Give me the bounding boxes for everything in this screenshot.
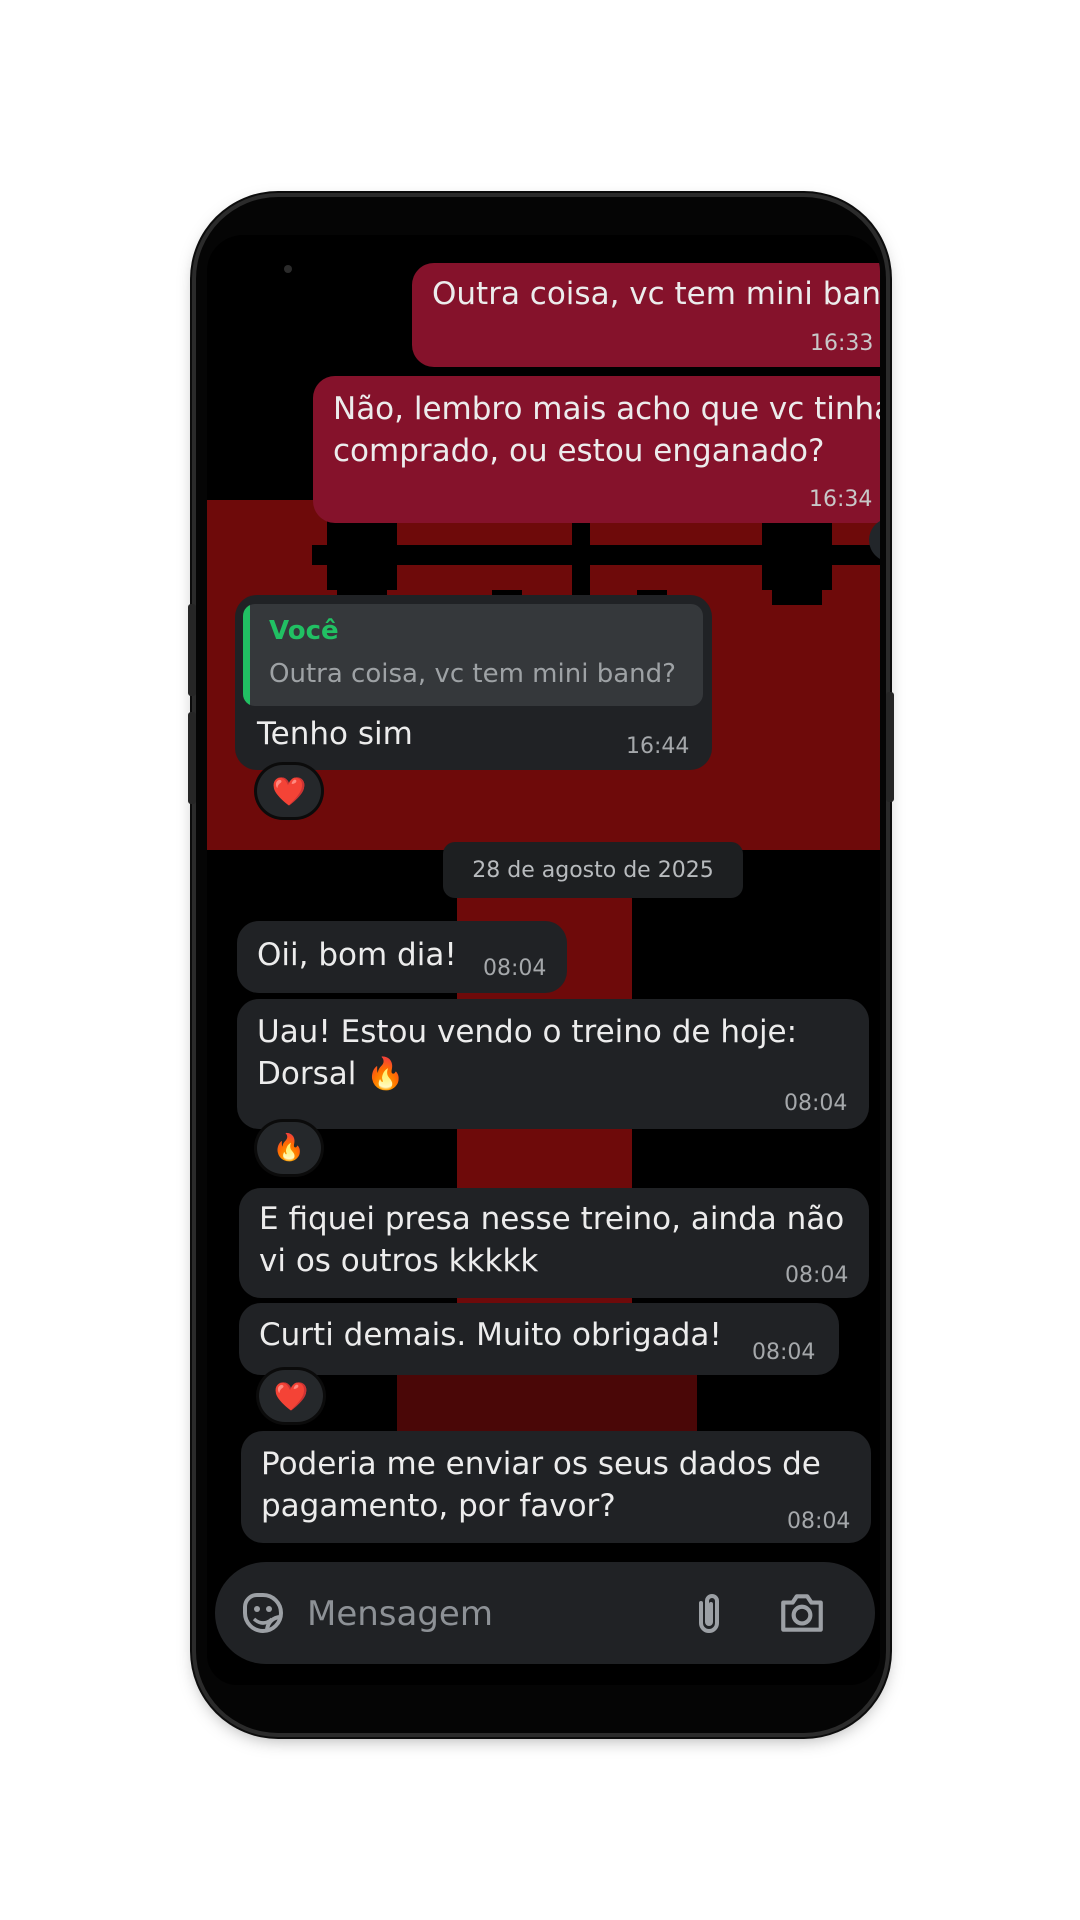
incoming-message[interactable]: Curti demais. Muito obrigada! 08:04 xyxy=(239,1303,839,1375)
fire-emoji: 🔥 xyxy=(272,1133,306,1163)
message-text: Curti demais. Muito obrigada! xyxy=(259,1317,722,1353)
message-time: 08:04 xyxy=(787,1509,851,1534)
message-time: 16:33 xyxy=(810,331,874,356)
message-input[interactable] xyxy=(305,1584,669,1644)
reply-message[interactable]: Você Outra coisa, vc tem mini band? Tenh… xyxy=(235,595,712,770)
message-text: Uau! Estou vendo o treino de hoje: Dorsa… xyxy=(257,1014,798,1092)
heart-reaction[interactable]: ❤️ xyxy=(257,765,321,817)
fire-reaction[interactable]: 🔥 xyxy=(257,1122,321,1174)
camera-icon[interactable] xyxy=(777,1588,827,1638)
incoming-message[interactable]: E fiquei presa nesse treino, ainda não v… xyxy=(239,1188,869,1298)
date-separator: 28 de agosto de 2025 xyxy=(443,842,743,898)
outgoing-message[interactable]: Outra coisa, vc tem mini band? 16:33 xyxy=(412,263,880,367)
message-text: Tenho sim xyxy=(257,716,413,752)
incoming-message[interactable]: Poderia me enviar os seus dados de pagam… xyxy=(241,1431,871,1543)
incoming-message[interactable]: Uau! Estou vendo o treino de hoje: Dorsa… xyxy=(237,999,869,1129)
message-text: Poderia me enviar os seus dados de pagam… xyxy=(261,1446,821,1524)
heart-emoji: ❤️ xyxy=(271,774,307,808)
quote-accent-bar xyxy=(243,604,250,706)
outgoing-message[interactable]: Não, lembro mais acho que vc tinha compr… xyxy=(313,376,880,523)
quoted-author: Você xyxy=(269,616,339,646)
quoted-text: Outra coisa, vc tem mini band? xyxy=(269,659,676,689)
heart-reaction[interactable]: ❤️ xyxy=(259,1370,323,1422)
message-time: 08:04 xyxy=(752,1340,816,1365)
message-time: 08:04 xyxy=(785,1263,849,1288)
volume-up-button xyxy=(188,604,196,696)
incoming-message[interactable]: Oii, bom dia! 08:04 xyxy=(237,921,567,993)
message-text: Não, lembro mais acho que vc tinha compr… xyxy=(333,391,880,469)
attach-icon[interactable] xyxy=(685,1589,733,1637)
front-camera xyxy=(284,265,292,273)
power-button xyxy=(886,692,894,802)
heart-emoji: ❤️ xyxy=(273,1379,309,1413)
message-text: Outra coisa, vc tem mini band? xyxy=(432,276,880,312)
sticker-icon[interactable] xyxy=(239,1589,287,1637)
message-time: 08:04 xyxy=(784,1091,848,1116)
chat-screen: Outra coisa, vc tem mini band? 16:33 Não… xyxy=(207,235,880,1685)
quoted-message[interactable]: Você Outra coisa, vc tem mini band? xyxy=(243,604,703,706)
message-composer xyxy=(215,1562,875,1664)
message-time: 16:34 xyxy=(809,487,873,512)
message-text: Oii, bom dia! xyxy=(257,937,457,973)
message-time: 16:44 xyxy=(626,734,690,759)
message-text: E fiquei presa nesse treino, ainda não v… xyxy=(259,1201,845,1279)
volume-down-button xyxy=(188,712,196,804)
message-time: 08:04 xyxy=(483,956,547,981)
